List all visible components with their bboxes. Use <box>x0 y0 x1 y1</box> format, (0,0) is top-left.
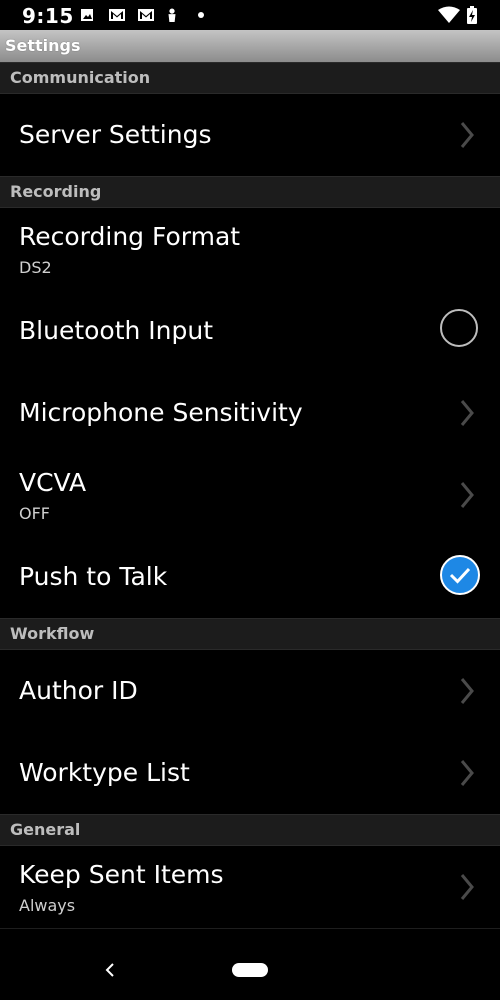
setting-bluetooth-input[interactable]: Bluetooth Input <box>0 290 500 373</box>
setting-value: Always <box>19 896 76 915</box>
page-title: Settings <box>5 36 81 55</box>
setting-worktype-list[interactable]: Worktype List <box>0 732 500 815</box>
setting-keep-sent-items[interactable]: Keep Sent Items Always <box>0 846 500 929</box>
image-icon <box>81 9 93 21</box>
battery-icon <box>467 6 477 24</box>
chevron-right-icon <box>460 400 474 426</box>
status-time: 9:15 <box>22 4 74 28</box>
person-icon <box>168 8 176 22</box>
section-header-workflow: Workflow <box>0 618 500 650</box>
section-label: Recording <box>10 182 102 201</box>
chevron-right-icon <box>460 678 474 704</box>
setting-label: Keep Sent Items <box>19 860 224 889</box>
section-header-general: General <box>0 814 500 846</box>
setting-server-settings[interactable]: Server Settings <box>0 94 500 177</box>
setting-label: Worktype List <box>19 758 190 787</box>
section-header-recording: Recording <box>0 176 500 208</box>
setting-label: Push to Talk <box>19 562 168 591</box>
status-bar: 9:15 <box>0 0 500 30</box>
checkmark-icon <box>449 567 471 584</box>
chevron-right-icon <box>460 874 474 900</box>
section-header-communication: Communication <box>0 62 500 94</box>
back-icon[interactable] <box>104 961 116 979</box>
home-pill-icon[interactable] <box>232 963 268 977</box>
section-label: General <box>10 820 81 839</box>
setting-push-to-talk[interactable]: Push to Talk <box>0 536 500 619</box>
gmail-icon <box>109 9 125 21</box>
wifi-icon <box>438 6 460 23</box>
chevron-right-icon <box>460 122 474 148</box>
chevron-right-icon <box>460 760 474 786</box>
setting-label: Bluetooth Input <box>19 316 214 345</box>
setting-vcva[interactable]: VCVA OFF <box>0 454 500 537</box>
setting-microphone-sensitivity[interactable]: Microphone Sensitivity <box>0 372 500 455</box>
setting-author-id[interactable]: Author ID <box>0 650 500 733</box>
section-label: Communication <box>10 68 151 87</box>
section-label: Workflow <box>10 624 95 643</box>
dot-icon <box>198 12 204 18</box>
setting-recording-format[interactable]: Recording Format DS2 <box>0 208 500 291</box>
title-bar: Settings <box>0 30 500 63</box>
setting-label: VCVA <box>19 468 87 497</box>
push-to-talk-toggle[interactable] <box>440 555 480 595</box>
gmail-icon <box>138 9 154 21</box>
setting-label: Author ID <box>19 676 138 705</box>
setting-label: Microphone Sensitivity <box>19 398 303 427</box>
bluetooth-input-toggle[interactable] <box>440 309 478 347</box>
setting-value: OFF <box>19 504 50 523</box>
setting-label: Server Settings <box>19 120 212 149</box>
chevron-right-icon <box>460 482 474 508</box>
setting-label: Recording Format <box>19 222 241 251</box>
setting-value: DS2 <box>19 258 52 277</box>
